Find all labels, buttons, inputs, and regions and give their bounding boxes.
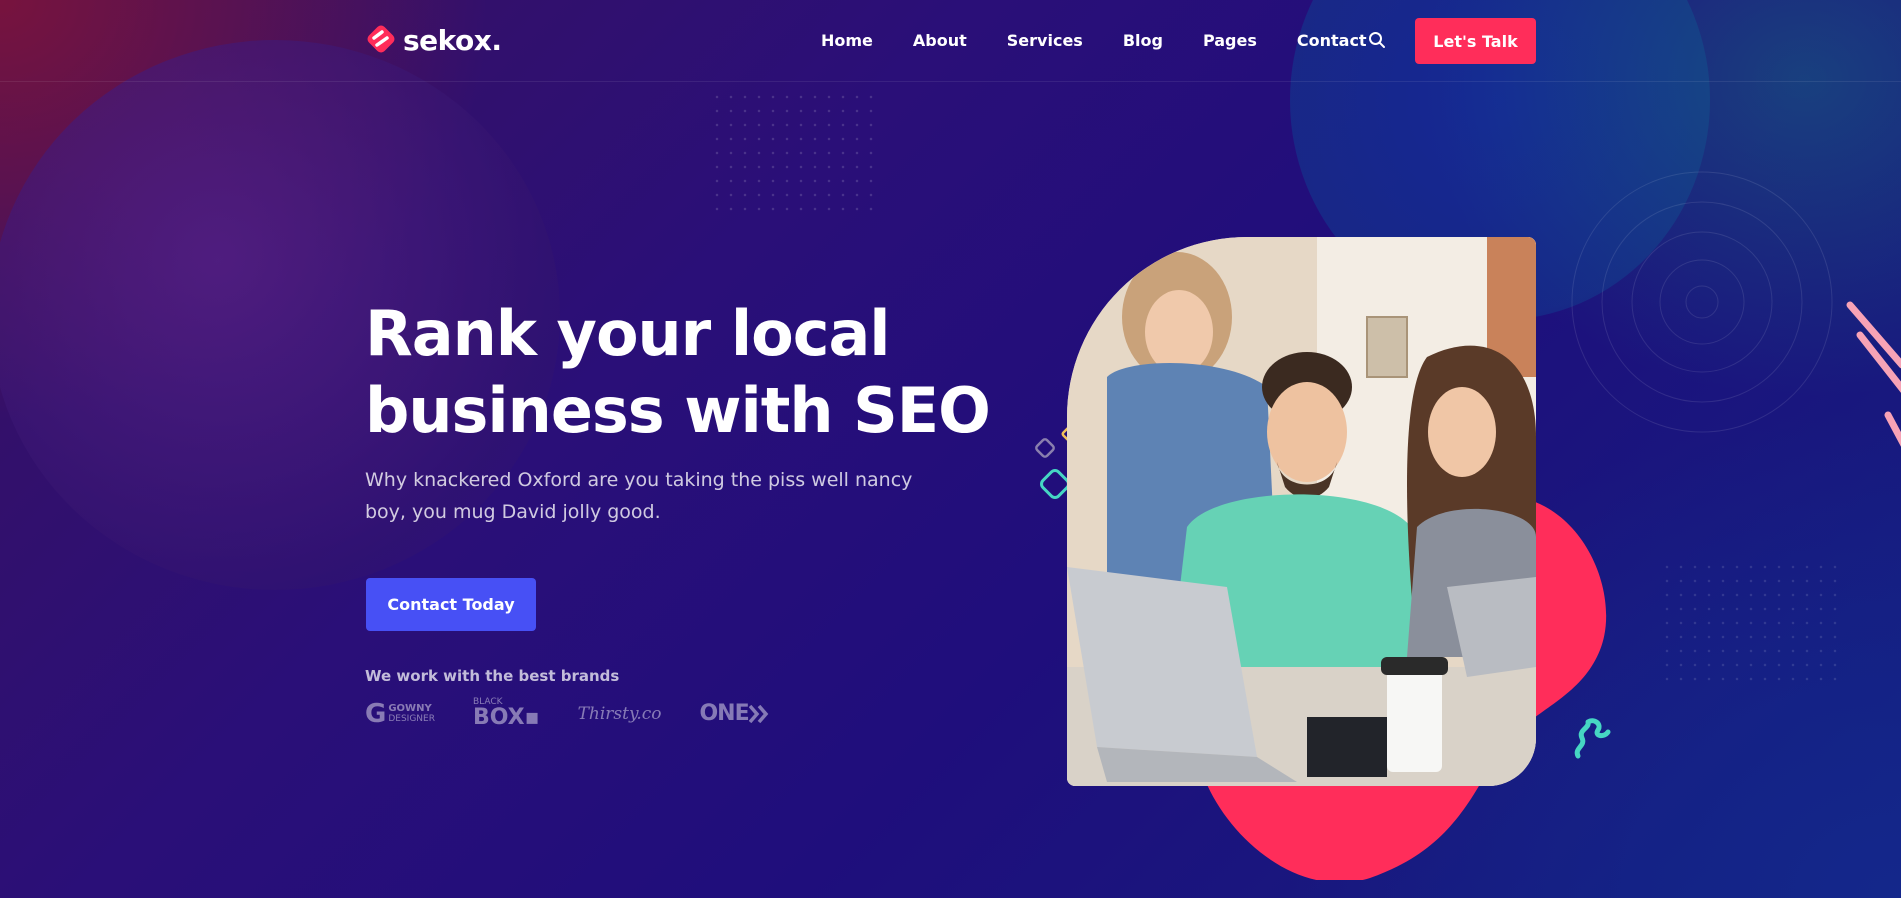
brand-gowny-text: GOWNY DESIGNER bbox=[388, 702, 435, 724]
brand-one-text: ONE bbox=[699, 701, 749, 726]
brand-blackbox-bottom: BOX bbox=[472, 705, 525, 730]
search-icon[interactable] bbox=[1368, 31, 1386, 49]
decorative-dots bbox=[710, 90, 880, 220]
brand-blackbox-square: ▪ bbox=[524, 705, 540, 730]
nav-item-contact[interactable]: Contact bbox=[1297, 31, 1367, 50]
brand-name: sekox. bbox=[403, 23, 502, 57]
decorative-dots bbox=[1660, 560, 1840, 690]
site-logo[interactable]: sekox. bbox=[365, 23, 502, 57]
hero-background bbox=[0, 0, 1901, 898]
lets-talk-button[interactable]: Let's Talk bbox=[1415, 18, 1536, 64]
contact-today-button[interactable]: Contact Today bbox=[366, 578, 536, 631]
hero-title-line: Rank your local bbox=[365, 297, 891, 370]
brand-gowny-top: GOWNY bbox=[388, 702, 432, 714]
hero-subtitle: Why knackered Oxford are you taking the … bbox=[365, 464, 925, 528]
chevrons-icon bbox=[748, 704, 768, 723]
brand-logo-gowny: G GOWNY DESIGNER bbox=[365, 699, 435, 729]
brand-gowny-bottom: DESIGNER bbox=[388, 713, 435, 724]
team-photo-illustration bbox=[1067, 237, 1536, 786]
hero-image bbox=[1067, 237, 1536, 786]
nav-item-blog[interactable]: Blog bbox=[1123, 31, 1163, 50]
nav-item-services[interactable]: Services bbox=[1007, 31, 1083, 50]
brand-logo-thirsty: Thirsty.co bbox=[577, 703, 662, 724]
decorative-squiggle bbox=[1574, 718, 1611, 759]
hero-title-line: business with SEO bbox=[365, 374, 991, 447]
logo-icon bbox=[367, 25, 395, 53]
hero-title: Rank your local business with SEO bbox=[365, 295, 1005, 449]
nav-item-home[interactable]: Home bbox=[821, 31, 873, 50]
brand-logo-blackbox: BLACK BOX▪ bbox=[473, 698, 540, 729]
decorative-strokes bbox=[1846, 301, 1901, 447]
brands-heading: We work with the best brands bbox=[365, 667, 620, 685]
brand-logo-one: ONE bbox=[699, 701, 768, 726]
decorative-rings bbox=[1571, 171, 1833, 433]
nav-item-about[interactable]: About bbox=[913, 31, 967, 50]
main-nav: Home About Services Blog Pages Contact bbox=[821, 31, 1407, 50]
brand-gowny-mark: G bbox=[365, 698, 387, 729]
brand-logos: G GOWNY DESIGNER BLACK BOX▪ Thirsty.co O… bbox=[365, 698, 807, 729]
nav-item-pages[interactable]: Pages bbox=[1203, 31, 1257, 50]
site-header: sekox. Home About Services Blog Pages Co… bbox=[0, 0, 1901, 82]
hero-subtitle-line: boy, you mug David jolly good. bbox=[365, 501, 661, 523]
hero-subtitle-line: Why knackered Oxford are you taking the … bbox=[365, 469, 913, 491]
